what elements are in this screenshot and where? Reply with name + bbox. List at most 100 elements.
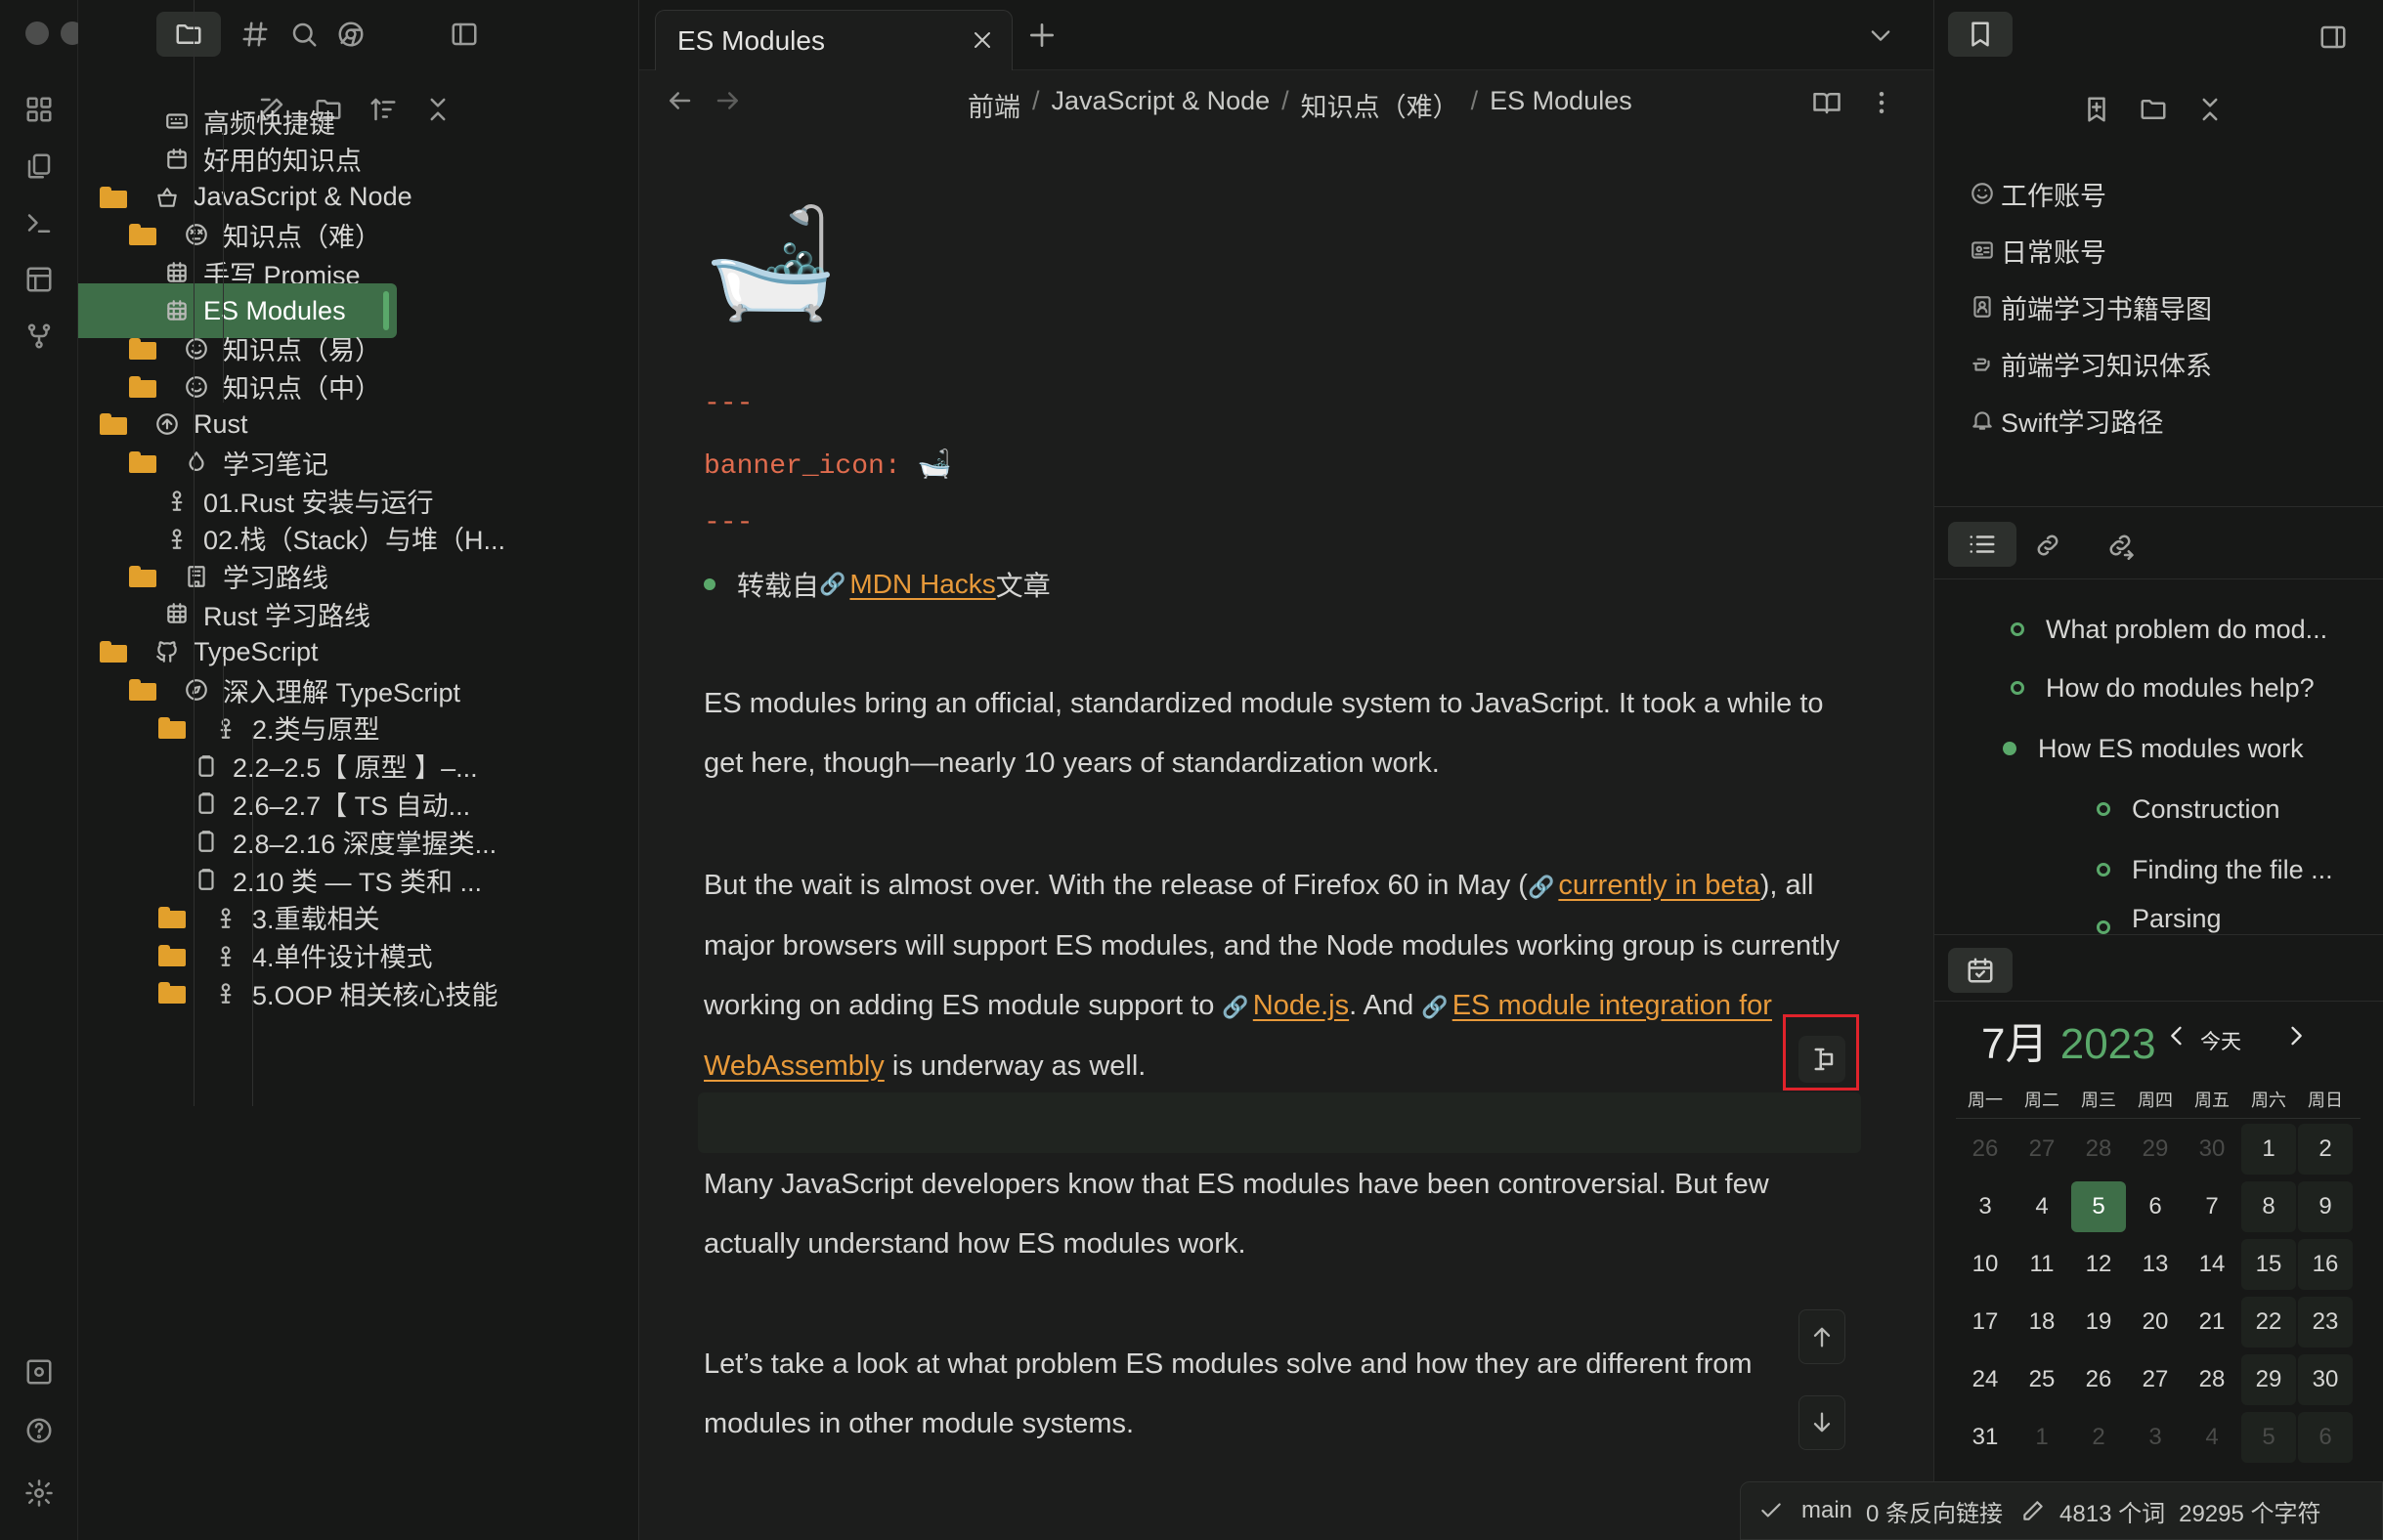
beta-link[interactable]: currently in beta	[1558, 870, 1759, 901]
outline-item[interactable]: What problem do mod...	[2011, 602, 2364, 657]
mdn-hacks-link[interactable]: MDN Hacks	[849, 569, 995, 600]
chevron-down-icon[interactable]	[1867, 21, 1898, 53]
calendar-day[interactable]: 28	[2071, 1124, 2126, 1175]
tree-folder[interactable]: 5.OOP 相关核心技能	[158, 965, 626, 1020]
dashboard-icon[interactable]	[20, 90, 59, 129]
help-icon[interactable]	[20, 1411, 59, 1450]
sidebar-toggle-icon[interactable]	[2314, 18, 2353, 57]
more-options-icon[interactable]	[1867, 88, 1886, 121]
calendar-day[interactable]: 17	[1958, 1297, 2013, 1348]
scroll-down-icon[interactable]	[1798, 1395, 1845, 1450]
backlink-count[interactable]: 0 条反向链接	[1866, 1494, 2003, 1528]
pencil-icon[interactable]	[2020, 1498, 2046, 1523]
bookmark-add-icon[interactable]	[2077, 90, 2116, 129]
today-button[interactable]: 今天	[2200, 1026, 2241, 1055]
arrow-left-icon[interactable]	[665, 86, 700, 121]
new-group-icon[interactable]	[2134, 90, 2173, 129]
chevron-left-icon[interactable]	[2163, 1022, 2190, 1053]
breadcrumb-item[interactable]: JavaScript & Node	[1052, 86, 1271, 124]
breadcrumb-current[interactable]: ES Modules	[1490, 86, 1632, 124]
plus-icon[interactable]	[1026, 20, 1062, 55]
calendar-day[interactable]: 21	[2185, 1297, 2239, 1348]
calendar-day[interactable]: 12	[2071, 1239, 2126, 1290]
calendar-day[interactable]: 10	[1958, 1239, 2013, 1290]
backlinks-icon[interactable]	[2028, 526, 2067, 565]
calendar-day[interactable]: 1	[2015, 1412, 2069, 1463]
calendar-day[interactable]: 9	[2298, 1181, 2353, 1232]
outline-tab[interactable]	[1948, 522, 2016, 567]
git-fork-icon[interactable]	[20, 317, 59, 356]
git-branch[interactable]: main	[1801, 1497, 1852, 1524]
calendar-tab[interactable]	[1948, 948, 2013, 993]
calendar-day[interactable]: 11	[2015, 1239, 2069, 1290]
breadcrumb-item[interactable]: 知识点（难）	[1301, 86, 1459, 124]
bookmark-item[interactable]: Swift学习路径	[1970, 393, 2164, 448]
calendar-day[interactable]: 28	[2185, 1354, 2239, 1405]
calendar-day[interactable]: 2	[2298, 1124, 2353, 1175]
calendar-day[interactable]: 31	[1958, 1412, 2013, 1463]
calendar-day[interactable]: 30	[2298, 1354, 2353, 1405]
calendar-day[interactable]: 15	[2241, 1239, 2296, 1290]
collapse-all-icon[interactable]	[2190, 90, 2230, 129]
close-icon[interactable]	[967, 24, 998, 56]
chrome-icon[interactable]	[319, 12, 383, 57]
calendar-day[interactable]: 24	[1958, 1354, 2013, 1405]
settings-icon[interactable]	[20, 1474, 59, 1513]
calendar-day[interactable]: 30	[2185, 1124, 2239, 1175]
outline-item[interactable]: Finding the file ...	[2097, 842, 2364, 897]
window-close-dot[interactable]	[25, 21, 49, 45]
calendar-day[interactable]: 29	[2128, 1124, 2183, 1175]
nodejs-link[interactable]: Node.js	[1253, 990, 1349, 1021]
calendar-day[interactable]: 29	[2241, 1354, 2296, 1405]
scroll-up-icon[interactable]	[1798, 1309, 1845, 1364]
calendar-day[interactable]: 26	[2071, 1354, 2126, 1405]
calendar-day[interactable]: 18	[2015, 1297, 2069, 1348]
bookmark-item[interactable]: 工作账号	[1970, 166, 2106, 221]
arrow-circle-icon	[154, 411, 180, 437]
outline-item[interactable]: How do modules help?	[2011, 661, 2364, 715]
calendar-day[interactable]: 27	[2015, 1124, 2069, 1175]
outgoing-links-icon[interactable]	[2101, 526, 2140, 565]
calendar-day[interactable]: 26	[1958, 1124, 2013, 1175]
calendar-day[interactable]: 4	[2015, 1181, 2069, 1232]
calendar-day[interactable]: 1	[2241, 1124, 2296, 1175]
calendar-day[interactable]: 6	[2128, 1181, 2183, 1232]
calendar-day[interactable]: 6	[2298, 1412, 2353, 1463]
calendar-day[interactable]: 2	[2071, 1412, 2126, 1463]
calendar-day[interactable]: 14	[2185, 1239, 2239, 1290]
outline-item[interactable]: Construction	[2097, 782, 2364, 836]
bookmark-item[interactable]: 日常账号	[1970, 223, 2106, 278]
calendar-day[interactable]: 3	[1958, 1181, 2013, 1232]
bookmark-tab[interactable]	[1948, 12, 2013, 57]
breadcrumb-item[interactable]: 前端	[968, 86, 1020, 124]
calendar-day[interactable]: 22	[2241, 1297, 2296, 1348]
copy-icon[interactable]	[20, 147, 59, 186]
calendar-day[interactable]: 5	[2241, 1412, 2296, 1463]
sidebar-toggle-icon[interactable]	[432, 12, 497, 57]
arrow-right-icon[interactable]	[714, 86, 749, 121]
calendar-day[interactable]: 25	[2015, 1354, 2069, 1405]
calendar-day[interactable]: 20	[2128, 1297, 2183, 1348]
calendar-day-today[interactable]: 5	[2071, 1181, 2126, 1232]
calendar-day[interactable]: 16	[2298, 1239, 2353, 1290]
terminal-icon[interactable]	[20, 203, 59, 242]
calendar-day[interactable]: 13	[2128, 1239, 2183, 1290]
calendar-day[interactable]: 27	[2128, 1354, 2183, 1405]
bookmark-item[interactable]: 前端学习书籍导图	[1970, 279, 2212, 334]
calendar-day[interactable]: 3	[2128, 1412, 2183, 1463]
outline-item[interactable]: Parsing	[2097, 901, 2364, 934]
calendar-day[interactable]: 7	[2185, 1181, 2239, 1232]
calendar-day[interactable]: 19	[2071, 1297, 2126, 1348]
calendar-day[interactable]: 23	[2298, 1297, 2353, 1348]
vault-icon[interactable]	[20, 1352, 59, 1391]
reading-view-icon[interactable]	[1812, 88, 1845, 121]
files-tab[interactable]	[156, 12, 221, 57]
layout-icon[interactable]	[20, 260, 59, 299]
bookmark-item[interactable]: 前端学习知识体系	[1970, 336, 2212, 391]
calendar-day[interactable]: 4	[2185, 1412, 2239, 1463]
outline-item[interactable]: How ES modules work	[2003, 721, 2364, 776]
chevron-right-icon[interactable]	[2282, 1022, 2310, 1053]
tab-es-modules[interactable]: ES Modules	[655, 10, 1013, 70]
text-cursor-icon[interactable]	[1798, 1036, 1845, 1083]
calendar-day[interactable]: 8	[2241, 1181, 2296, 1232]
